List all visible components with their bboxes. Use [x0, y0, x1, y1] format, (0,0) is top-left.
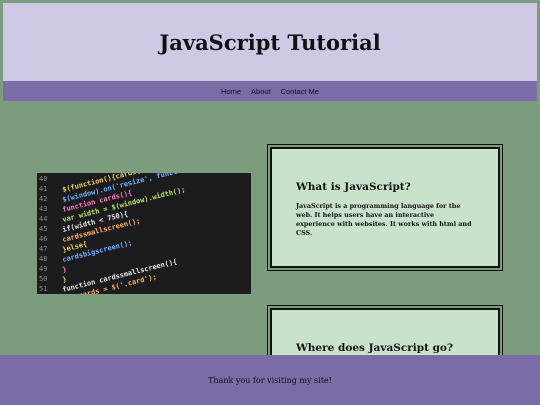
nav-link-home[interactable]: Home [221, 87, 241, 96]
nav-link-about[interactable]: About [251, 87, 271, 96]
site-footer: Thank you for visiting my site! [0, 355, 540, 405]
nav-bar: Home About Contact Me [3, 81, 537, 101]
footer-text: Thank you for visiting my site! [208, 375, 332, 385]
card-title: What is JavaScript? [296, 181, 411, 193]
nav-link-contact[interactable]: Contact Me [281, 87, 319, 96]
code-image-graphic: 404142434445464748495051$(function(){car… [37, 173, 251, 294]
card-body: JavaScript is a programming language for… [296, 202, 472, 237]
code-screenshot-image: 404142434445464748495051$(function(){car… [37, 173, 251, 294]
card-title: Where does JavaScript go? [296, 342, 454, 354]
page-title: JavaScript Tutorial [159, 29, 381, 55]
info-card-what-is-js: What is JavaScript? JavaScript is a prog… [267, 144, 503, 271]
site-header: JavaScript Tutorial [3, 3, 537, 81]
